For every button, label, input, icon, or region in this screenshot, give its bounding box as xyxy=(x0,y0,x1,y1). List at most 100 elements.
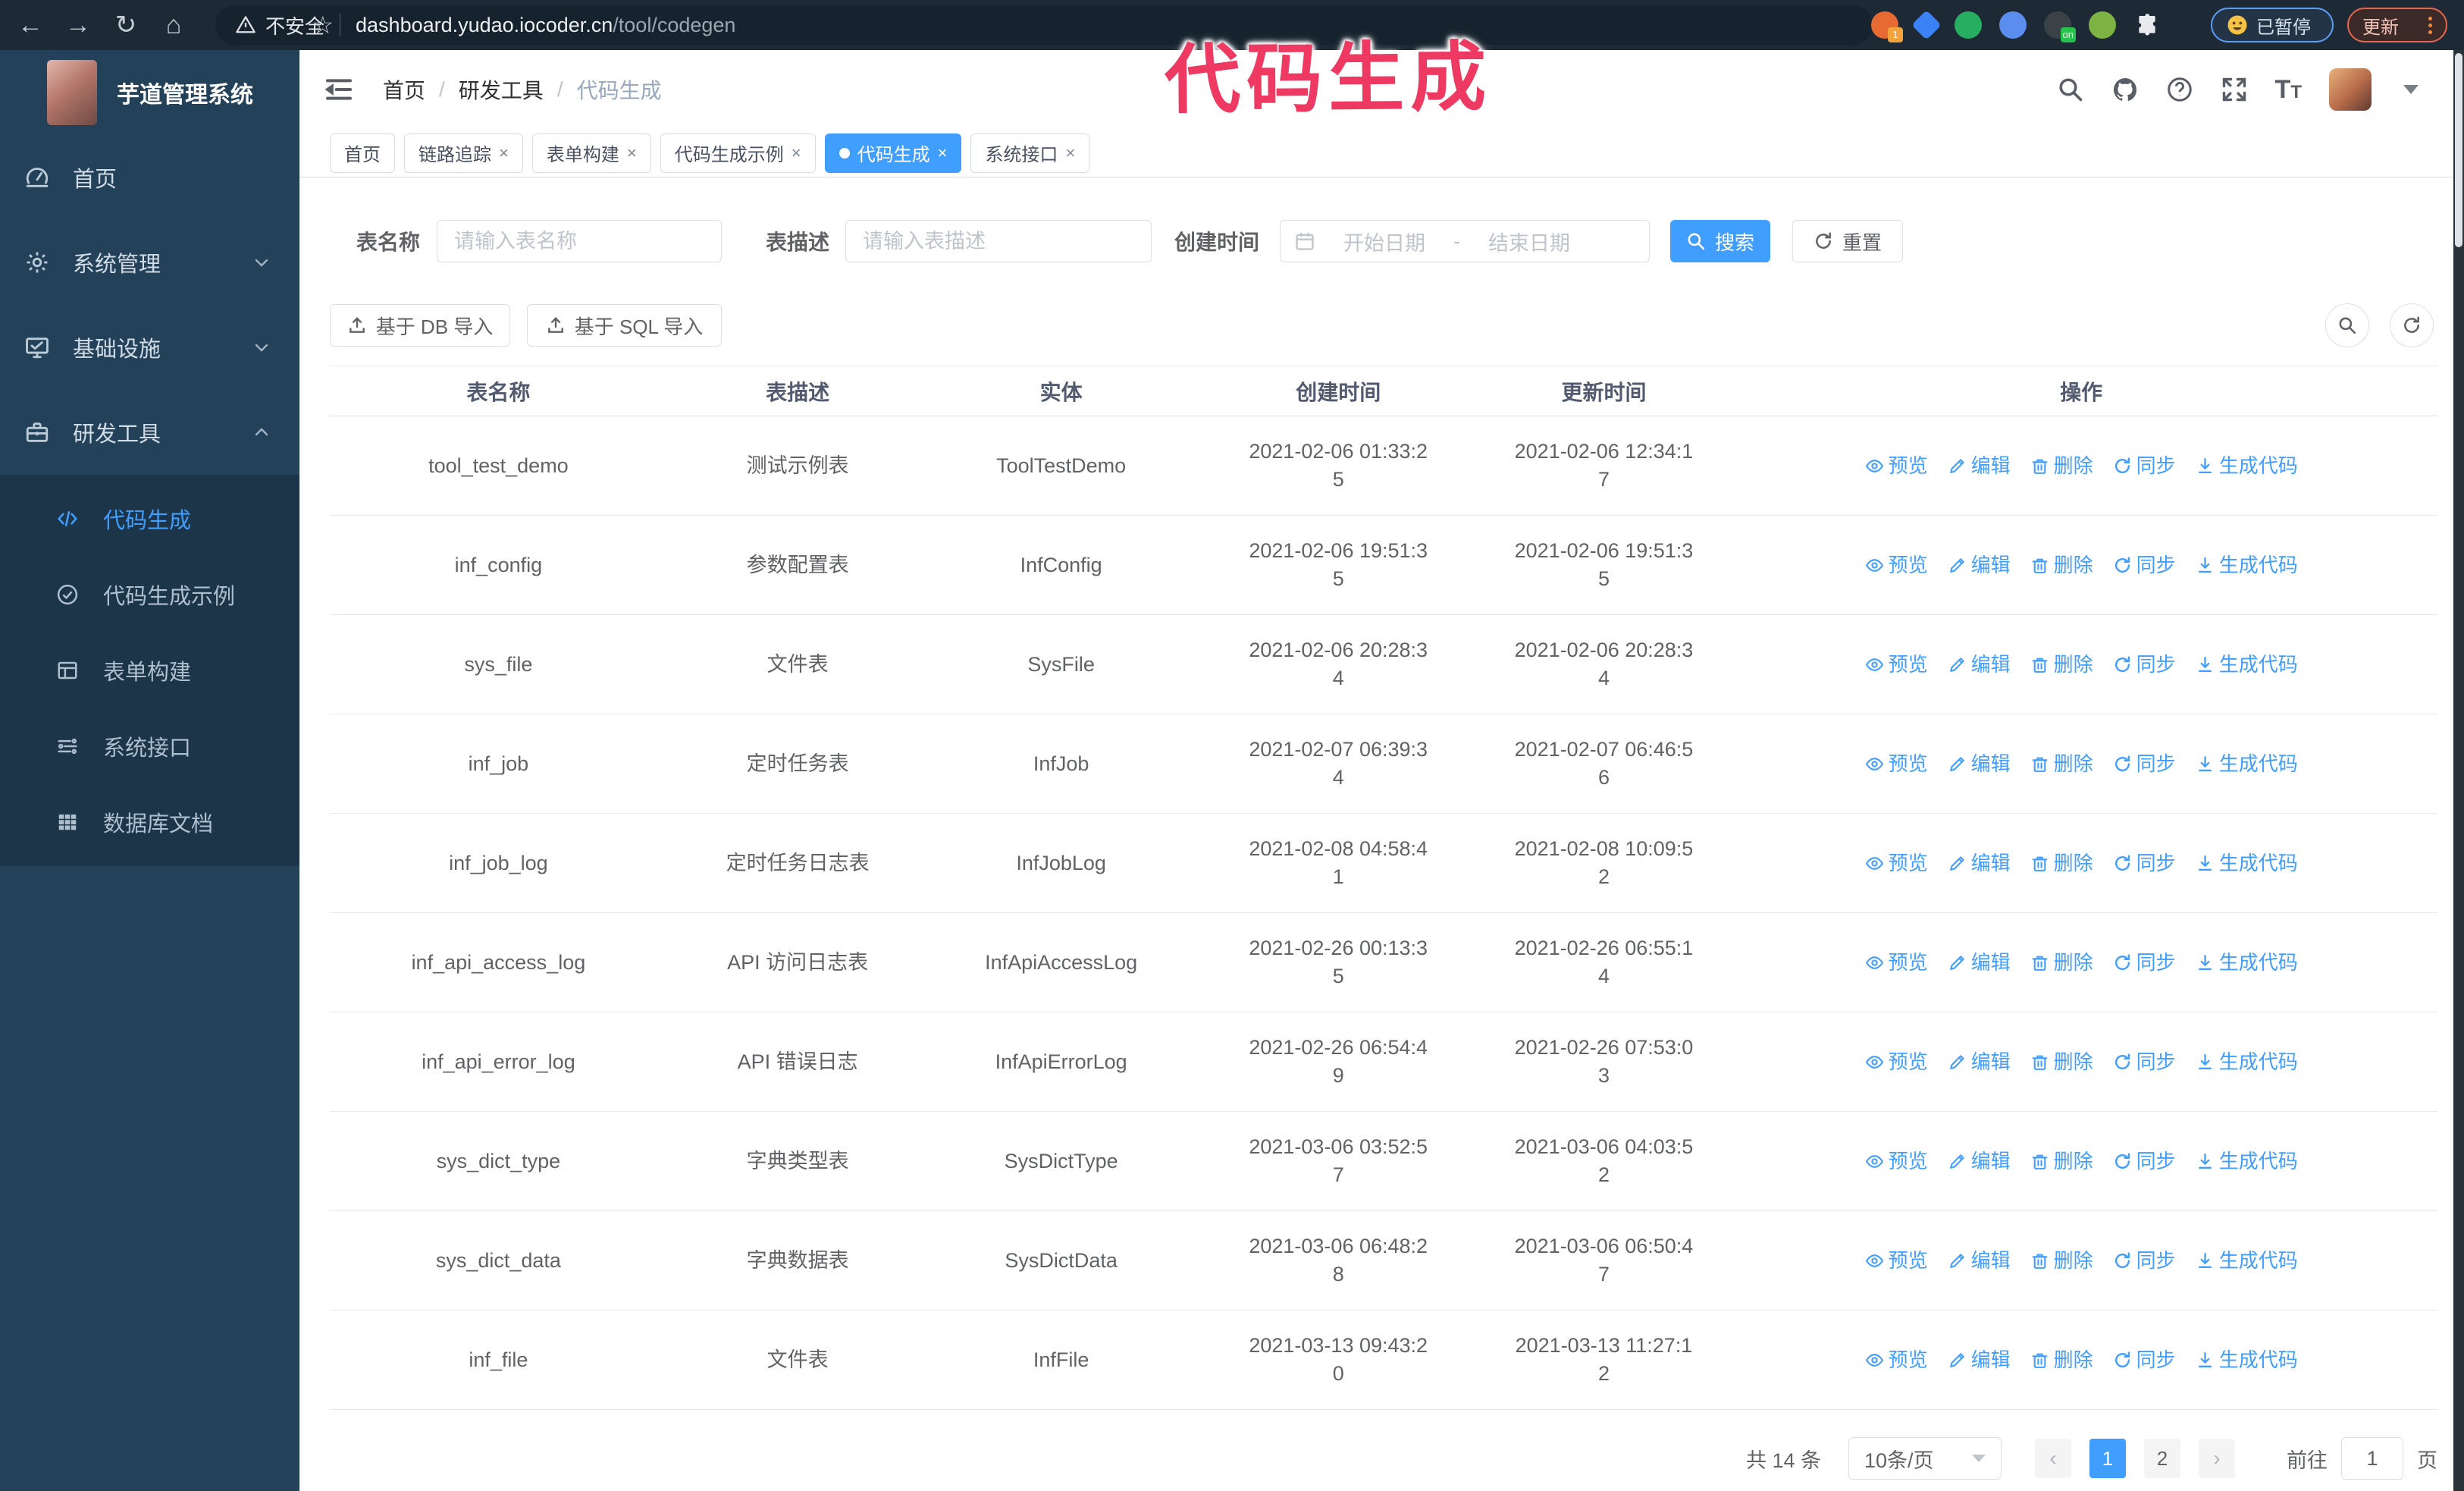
action-generate-code[interactable]: 生成代码 xyxy=(2196,1247,2298,1275)
page-button-2[interactable]: 2 xyxy=(2144,1439,2180,1478)
window-scrollbar[interactable] xyxy=(2453,50,2464,1491)
action-sync[interactable]: 同步 xyxy=(2113,949,2176,977)
sidebar-item-dev-tools[interactable]: 研发工具 xyxy=(0,390,299,475)
action-sync[interactable]: 同步 xyxy=(2113,750,2176,778)
action-edit[interactable]: 编辑 xyxy=(1948,949,2011,977)
action-sync[interactable]: 同步 xyxy=(2113,651,2176,679)
action-preview[interactable]: 预览 xyxy=(1865,750,1928,778)
action-edit[interactable]: 编辑 xyxy=(1948,750,2011,778)
action-edit[interactable]: 编辑 xyxy=(1948,651,2011,679)
avatar-caret-icon[interactable] xyxy=(2403,85,2419,94)
close-icon[interactable]: × xyxy=(627,143,637,163)
action-generate-code[interactable]: 生成代码 xyxy=(2196,849,2298,877)
view-tab-表单构建[interactable]: 表单构建 × xyxy=(531,133,651,173)
date-range-picker[interactable]: 开始日期 - 结束日期 xyxy=(1280,220,1651,262)
action-generate-code[interactable]: 生成代码 xyxy=(2196,949,2298,977)
sidebar-subitem-code-generation[interactable]: 代码生成 xyxy=(0,481,299,557)
table-name-input[interactable] xyxy=(437,220,723,262)
close-icon[interactable]: × xyxy=(499,143,509,163)
goto-page-input[interactable] xyxy=(2341,1437,2403,1480)
green-check-extension-icon[interactable] xyxy=(1955,11,1982,39)
action-preview[interactable]: 预览 xyxy=(1865,1346,1928,1374)
action-generate-code[interactable]: 生成代码 xyxy=(2196,1147,2298,1176)
help-icon[interactable] xyxy=(2166,76,2193,103)
scrollbar-thumb[interactable] xyxy=(2455,53,2462,247)
close-icon[interactable]: × xyxy=(792,143,801,163)
browser-update-button[interactable]: 更新 xyxy=(2347,8,2447,42)
toggle-search-button[interactable] xyxy=(2325,303,2369,347)
action-sync[interactable]: 同步 xyxy=(2113,452,2176,480)
font-size-icon[interactable]: TT xyxy=(2275,75,2302,105)
action-sync[interactable]: 同步 xyxy=(2113,1247,2176,1275)
action-sync[interactable]: 同步 xyxy=(2113,551,2176,579)
view-tab-代码生成示例[interactable]: 代码生成示例 × xyxy=(660,133,816,173)
import-db-button[interactable]: 基于 DB 导入 xyxy=(330,304,510,347)
action-preview[interactable]: 预览 xyxy=(1865,949,1928,977)
action-generate-code[interactable]: 生成代码 xyxy=(2196,551,2298,579)
fullscreen-icon[interactable] xyxy=(2221,76,2248,103)
action-sync[interactable]: 同步 xyxy=(2113,1147,2176,1176)
action-sync[interactable]: 同步 xyxy=(2113,1048,2176,1076)
user-avatar[interactable] xyxy=(2329,68,2372,111)
action-delete[interactable]: 删除 xyxy=(2030,949,2093,977)
page-size-select[interactable]: 10条/页 xyxy=(1848,1437,2002,1480)
action-delete[interactable]: 删除 xyxy=(2030,1147,2093,1176)
action-generate-code[interactable]: 生成代码 xyxy=(2196,651,2298,679)
kebab-menu-icon[interactable] xyxy=(2428,16,2432,34)
action-generate-code[interactable]: 生成代码 xyxy=(2196,750,2298,778)
action-delete[interactable]: 删除 xyxy=(2030,1048,2093,1076)
reset-button[interactable]: 重置 xyxy=(1792,220,1904,262)
prev-page-button[interactable]: ‹ xyxy=(2035,1439,2071,1478)
sidebar-item-infrastructure[interactable]: 基础设施 xyxy=(0,305,299,390)
next-page-button[interactable]: › xyxy=(2199,1439,2235,1478)
sidebar-subitem-system-api[interactable]: 系统接口 xyxy=(0,708,299,784)
action-edit[interactable]: 编辑 xyxy=(1948,1247,2011,1275)
view-tab-代码生成[interactable]: 代码生成 × xyxy=(824,133,962,173)
search-button[interactable]: 搜索 xyxy=(1670,220,1771,262)
end-date-placeholder[interactable]: 结束日期 xyxy=(1472,227,1586,256)
action-preview[interactable]: 预览 xyxy=(1865,1147,1928,1176)
sidebar-fold-icon[interactable] xyxy=(322,74,356,105)
action-edit[interactable]: 编辑 xyxy=(1948,1048,2011,1076)
action-delete[interactable]: 删除 xyxy=(2030,1346,2093,1374)
action-preview[interactable]: 预览 xyxy=(1865,1048,1928,1076)
action-generate-code[interactable]: 生成代码 xyxy=(2196,452,2298,480)
bookmark-star-icon[interactable]: ☆ xyxy=(312,0,334,50)
action-delete[interactable]: 删除 xyxy=(2030,1247,2093,1275)
browser-forward-icon[interactable]: → xyxy=(61,0,95,50)
close-icon[interactable]: × xyxy=(1065,143,1075,163)
action-generate-code[interactable]: 生成代码 xyxy=(2196,1048,2298,1076)
action-edit[interactable]: 编辑 xyxy=(1948,1147,2011,1176)
orange-circle-extension-icon[interactable]: 1 xyxy=(1871,11,1903,42)
action-preview[interactable]: 预览 xyxy=(1865,551,1928,579)
browser-reload-icon[interactable]: ↻ xyxy=(109,0,143,50)
sidebar-subitem-database-doc[interactable]: 数据库文档 xyxy=(0,784,299,860)
github-icon[interactable] xyxy=(2111,76,2139,103)
action-edit[interactable]: 编辑 xyxy=(1948,1346,2011,1374)
view-tab-系统接口[interactable]: 系统接口 × xyxy=(970,133,1090,173)
paused-extension-badge[interactable]: 已暂停 xyxy=(2211,8,2334,42)
action-delete[interactable]: 删除 xyxy=(2030,750,2093,778)
action-sync[interactable]: 同步 xyxy=(2113,1346,2176,1374)
action-delete[interactable]: 删除 xyxy=(2030,651,2093,679)
blue-grid-extension-icon[interactable] xyxy=(1999,11,2027,39)
sidebar-item-system-management[interactable]: 系统管理 xyxy=(0,220,299,305)
address-bar[interactable]: 不安全 dashboard.yudao.iocoder.cn /tool/cod… xyxy=(215,5,1873,45)
action-preview[interactable]: 预览 xyxy=(1865,452,1928,480)
import-sql-button[interactable]: 基于 SQL 导入 xyxy=(527,304,722,347)
browser-back-icon[interactable]: ← xyxy=(14,0,47,50)
action-delete[interactable]: 删除 xyxy=(2030,452,2093,480)
header-search-icon[interactable] xyxy=(2057,76,2084,103)
action-generate-code[interactable]: 生成代码 xyxy=(2196,1346,2298,1374)
breadcrumb-home[interactable]: 首页 xyxy=(383,74,425,105)
action-edit[interactable]: 编辑 xyxy=(1948,849,2011,877)
sidebar-subitem-form-builder[interactable]: 表单构建 xyxy=(0,632,299,708)
page-button-1[interactable]: 1 xyxy=(2089,1439,2126,1478)
action-edit[interactable]: 编辑 xyxy=(1948,452,2011,480)
view-tab-首页[interactable]: 首页 xyxy=(330,133,395,173)
browser-home-icon[interactable]: ⌂ xyxy=(157,0,190,50)
action-delete[interactable]: 删除 xyxy=(2030,551,2093,579)
view-tab-链路追踪[interactable]: 链路追踪 × xyxy=(404,133,523,173)
dark-proxy-extension-icon[interactable]: on xyxy=(2044,11,2076,42)
action-delete[interactable]: 删除 xyxy=(2030,849,2093,877)
